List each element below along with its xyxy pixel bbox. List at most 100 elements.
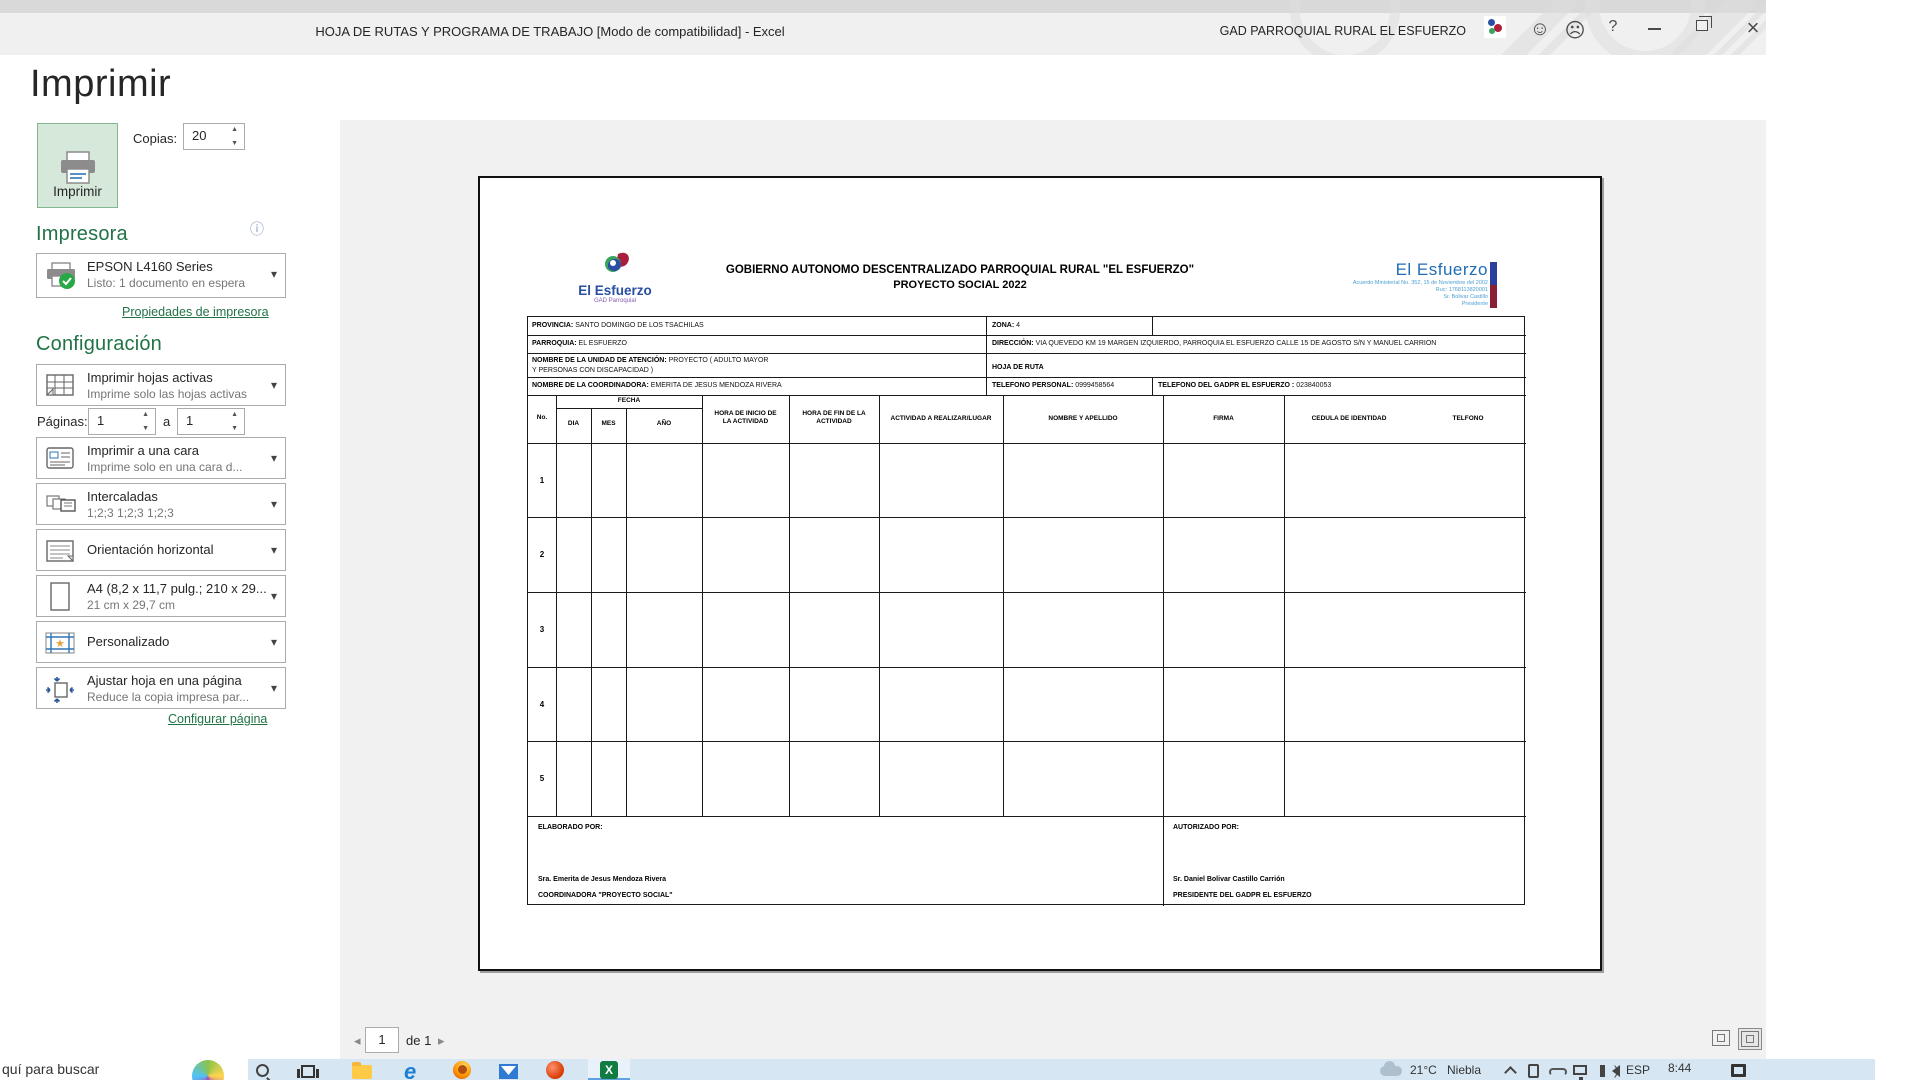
table-row-number: 2	[528, 550, 556, 559]
task-view-icon[interactable]	[301, 1061, 327, 1080]
pages-to-value[interactable]: 1	[186, 413, 193, 428]
doc-logo-right-line3: Sr. Bolivar Castillo	[1330, 294, 1488, 301]
volume-icon[interactable]	[1600, 1061, 1626, 1080]
pages-from-stepper[interactable]: 1	[88, 408, 156, 435]
print-what-sublabel: Imprime solo las hojas activas	[87, 387, 247, 401]
printer-select[interactable]: EPSON L4160 Series Listo: 1 documento en…	[36, 253, 286, 298]
excel-taskbar-icon[interactable]	[600, 1061, 626, 1080]
pages-to-stepper[interactable]: 1	[177, 408, 245, 435]
close-button[interactable]	[1740, 18, 1766, 40]
weather-temp[interactable]: 21°C	[1410, 1063, 1437, 1077]
account-avatar-icon[interactable]	[1484, 16, 1506, 38]
doc-elaborado: ELABORADO POR:	[538, 823, 603, 832]
minimize-button[interactable]	[1648, 28, 1661, 30]
printer-device-icon	[45, 262, 77, 295]
printer-status: Listo: 1 documento en espera	[87, 276, 245, 290]
page-count-label: de 1	[406, 1033, 431, 1048]
doc-unidad-line1: NOMBRE DE LA UNIDAD DE ATENCIÓN: PROYECT…	[532, 356, 768, 365]
collation-label: Intercaladas	[87, 489, 158, 504]
col-telefono: TELFONO	[1418, 415, 1518, 423]
print-button[interactable]: Imprimir	[37, 123, 118, 208]
previous-page-button[interactable]	[354, 1032, 361, 1050]
info-icon[interactable]	[250, 219, 264, 239]
copies-label: Copias:	[133, 131, 177, 146]
doc-zona: ZONA: 4	[992, 321, 1020, 330]
doc-tel-gadpr: TELEFONO DEL GADPR EL ESFUERZO : 0238400…	[1158, 381, 1331, 390]
help-icon[interactable]	[1600, 18, 1626, 40]
printer-name: EPSON L4160 Series	[87, 259, 213, 274]
duplex-sublabel: Imprime solo en una cara d...	[87, 460, 242, 474]
clock[interactable]: 8:44	[1668, 1061, 1691, 1075]
collation-sublabel: 1;2;3 1;2;3 1;2;3	[87, 506, 174, 520]
scaling-sublabel: Reduce la copia impresa par...	[87, 690, 249, 704]
doc-logo-right: El Esfuerzo Acuerdo Ministerial No. 352,…	[1330, 260, 1488, 308]
doc-tel-personal: TELEFONO PERSONAL: 0999458564	[992, 381, 1114, 390]
doc-org-title: GOBIERNO AUTONOMO DESCENTRALIZADO PARROQ…	[660, 264, 1260, 276]
print-what-select[interactable]: Imprimir hojas activas Imprime solo las …	[36, 364, 286, 406]
zoom-to-page-button[interactable]	[1738, 1028, 1762, 1050]
col-mes: MES	[591, 420, 626, 428]
doc-role-right: PRESIDENTE DEL GADPR EL ESFUERZO	[1173, 891, 1312, 900]
pages-from-value[interactable]: 1	[97, 413, 104, 428]
col-firma: FIRMA	[1163, 415, 1284, 423]
margins-select[interactable]: ★ Personalizado	[36, 621, 286, 663]
scaling-label: Ajustar hoja en una página	[87, 673, 242, 688]
col-hora-inicio: HORA DE INICIO DELA ACTIVIDAD	[702, 410, 789, 426]
office-icon[interactable]	[546, 1061, 572, 1080]
feedback-frown-icon[interactable]	[1562, 18, 1588, 40]
duplex-label: Imprimir a una cara	[87, 443, 199, 458]
taskbar-search-text: quí para buscar	[2, 1061, 99, 1077]
next-page-button[interactable]	[438, 1032, 445, 1050]
titlebar: HOJA DE RUTAS Y PROGRAMA DE TRABAJO [Mod…	[0, 0, 1766, 55]
copies-value[interactable]: 20	[192, 128, 206, 143]
weather-cloud-icon[interactable]	[1380, 1061, 1406, 1080]
doc-hoja-de-ruta: HOJA DE RUTA	[992, 363, 1044, 372]
col-fecha: FECHA	[556, 397, 702, 405]
onedrive-icon[interactable]	[1549, 1061, 1575, 1080]
notification-center-icon[interactable]	[1731, 1061, 1757, 1080]
doc-unidad-line2: Y PERSONAS CON DISCAPACIDAD )	[532, 366, 653, 375]
show-margins-button[interactable]	[1712, 1030, 1736, 1052]
duplex-select[interactable]: Imprimir a una cara Imprime solo en una …	[36, 437, 286, 479]
col-ano: AÑO	[626, 420, 702, 428]
window-title: HOJA DE RUTAS Y PROGRAMA DE TRABAJO [Mod…	[0, 24, 1100, 39]
edge-browser-icon[interactable]	[404, 1059, 430, 1080]
language-indicator[interactable]: ESP	[1626, 1063, 1650, 1077]
file-explorer-icon[interactable]	[352, 1061, 378, 1080]
page-setup-link[interactable]: Configurar página	[168, 712, 267, 726]
preview-page: El Esfuerzo GAD Parroquial GOBIERNO AUTO…	[478, 176, 1602, 971]
feedback-smile-icon[interactable]	[1527, 18, 1553, 40]
table-row-number: 5	[528, 774, 556, 783]
col-hora-fin: HORA DE FIN DE LAACTIVIDAD	[789, 410, 879, 426]
weather-condition[interactable]: Niebla	[1447, 1063, 1481, 1077]
doc-logo-left-sub: GAD Parroquial	[540, 298, 690, 304]
printer-properties-link[interactable]: Propiedades de impresora	[122, 305, 269, 319]
orientation-select[interactable]: Orientación horizontal	[36, 529, 286, 571]
doc-logo-right-line2: Ruc: 1768113820001	[1330, 287, 1488, 294]
mail-icon[interactable]	[499, 1061, 525, 1080]
printer-section-heading: Impresora	[36, 223, 128, 246]
doc-title-block: GOBIERNO AUTONOMO DESCENTRALIZADO PARROQ…	[660, 264, 1260, 291]
screen-right-margin	[1766, 0, 1920, 1080]
collation-select[interactable]: Intercaladas 1;2;3 1;2;3 1;2;3	[36, 483, 286, 525]
network-icon[interactable]	[1573, 1061, 1599, 1080]
firefox-icon[interactable]	[453, 1061, 479, 1080]
printer-icon	[58, 151, 98, 187]
collated-pages-icon	[45, 492, 79, 521]
margins-grid-icon	[1712, 1030, 1730, 1046]
print-what-label: Imprimir hojas activas	[87, 370, 213, 385]
paper-size-icon	[49, 582, 71, 617]
scaling-select[interactable]: Ajustar hoja en una página Reduce la cop…	[36, 667, 286, 709]
current-page-input[interactable]: 1	[365, 1027, 399, 1053]
table-row-number: 4	[528, 700, 556, 709]
restore-button[interactable]	[1696, 20, 1708, 31]
account-name[interactable]: GAD PARROQUIAL RURAL EL ESFUERZO	[1220, 24, 1466, 38]
search-icon[interactable]	[256, 1061, 282, 1080]
one-sided-page-icon	[45, 446, 75, 475]
doc-logo-right-line1: Acuerdo Ministerial No. 352, 15 de Novie…	[1330, 280, 1488, 287]
print-button-label: Imprimir	[38, 184, 117, 199]
copies-stepper[interactable]: 20	[183, 123, 245, 150]
orientation-label: Orientación horizontal	[87, 542, 213, 557]
paper-size-select[interactable]: A4 (8,2 x 11,7 pulg.; 210 x 29... 21 cm …	[36, 575, 286, 617]
window-top-edge	[0, 0, 1766, 13]
